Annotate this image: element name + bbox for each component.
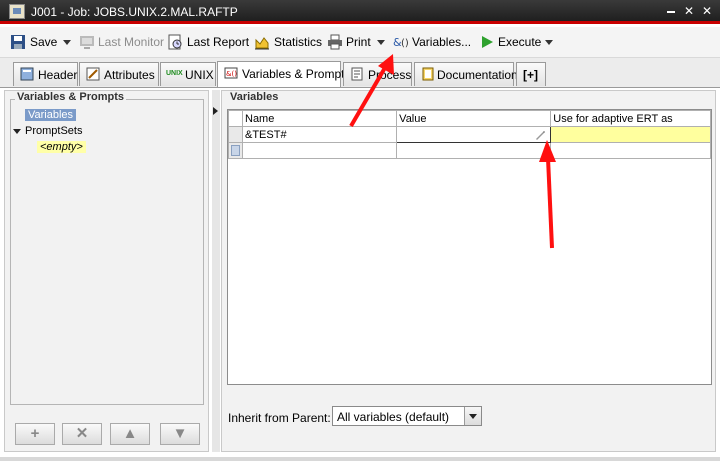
printer-icon	[328, 34, 342, 50]
print-dropdown-icon[interactable]	[377, 40, 385, 45]
execute-dropdown-icon[interactable]	[545, 40, 553, 45]
save-button[interactable]: Save	[10, 33, 62, 51]
add-tab-icon: [+]	[523, 68, 538, 82]
row-header-corner	[228, 110, 243, 127]
minimize-icon[interactable]	[665, 5, 677, 17]
table-row[interactable]: &TEST#	[228, 126, 711, 143]
statistics-icon	[255, 37, 269, 50]
pencil-icon[interactable]	[534, 129, 546, 141]
tree-item-variables[interactable]: Variables	[25, 109, 77, 121]
report-icon	[168, 34, 182, 50]
variables-table: Name Value Use for adaptive ERT as &TEST…	[227, 109, 712, 385]
toolbar: Save Last Monitor Last Report Statistics…	[0, 27, 720, 58]
print-label: Print	[346, 35, 371, 49]
inherit-label: Inherit from Parent:	[228, 411, 331, 425]
print-button[interactable]: Print	[327, 33, 373, 51]
title-bar: J001 - Job: JOBS.UNIX.2.MAL.RAFTP ✕ ✕	[0, 0, 720, 24]
maximize-icon[interactable]: ✕	[701, 5, 713, 17]
panel-splitter[interactable]	[212, 90, 220, 452]
execute-button[interactable]: Execute	[479, 33, 542, 51]
left-panel: Variables & Prompts Variables PromptSets…	[4, 90, 209, 452]
save-dropdown-icon[interactable]	[63, 40, 71, 45]
tab-strip: Header Attributes UNIX UNIX &() Variable…	[0, 58, 720, 88]
last-report-button[interactable]: Last Report	[167, 33, 250, 51]
last-report-label: Last Report	[187, 35, 250, 49]
tab-attributes[interactable]: Attributes	[79, 62, 159, 86]
move-up-button[interactable]: ▲	[110, 423, 150, 445]
plus-icon: +	[30, 425, 40, 442]
job-window-icon	[9, 4, 25, 19]
cell-ert[interactable]	[550, 126, 711, 143]
arrow-up-icon: ▲	[122, 425, 138, 442]
table-row[interactable]	[228, 142, 711, 159]
close-icon[interactable]: ✕	[683, 5, 695, 17]
left-group-title: Variables & Prompts	[15, 91, 126, 103]
column-header-ert[interactable]: Use for adaptive ERT as	[550, 110, 711, 127]
move-down-button[interactable]: ▼	[160, 423, 200, 445]
play-icon	[482, 36, 493, 48]
variables-prompts-icon: &()	[224, 67, 238, 79]
inherit-select-value: All variables (default)	[337, 410, 450, 424]
last-monitor-button[interactable]: Last Monitor	[79, 33, 164, 51]
cell-ert[interactable]	[550, 142, 711, 159]
bottom-edge	[0, 457, 720, 461]
unix-icon: UNIX	[166, 70, 183, 77]
monitor-icon	[80, 36, 94, 49]
cell-value[interactable]	[396, 142, 552, 159]
tab-header[interactable]: Header	[13, 62, 78, 86]
tree-item-empty[interactable]: <empty>	[37, 141, 86, 153]
tab-process[interactable]: Process	[343, 62, 412, 86]
process-icon	[351, 67, 363, 81]
arrow-down-icon: ▼	[172, 425, 188, 442]
cell-name[interactable]	[241, 142, 398, 159]
inherit-select[interactable]: All variables (default)	[332, 406, 482, 426]
statistics-button[interactable]: Statistics	[254, 33, 323, 51]
delete-icon: ✕	[75, 425, 89, 442]
tab-unix[interactable]: UNIX UNIX	[160, 62, 216, 86]
variables-icon: &()	[393, 36, 409, 49]
svg-text:&(): &()	[226, 70, 237, 78]
add-button[interactable]: +	[15, 423, 55, 445]
row-header-new[interactable]	[228, 142, 243, 159]
row-header[interactable]	[228, 126, 243, 143]
column-header-name[interactable]: Name	[241, 110, 398, 127]
cell-value-editor[interactable]	[396, 126, 552, 143]
svg-text:(): ()	[401, 38, 409, 49]
column-header-value[interactable]: Value	[396, 110, 552, 127]
collapse-arrow-icon[interactable]	[213, 107, 218, 115]
table-header-row: Name Value Use for adaptive ERT as	[228, 110, 711, 127]
header-icon	[20, 67, 34, 81]
window-title: J001 - Job: JOBS.UNIX.2.MAL.RAFTP	[31, 5, 238, 19]
delete-button[interactable]: ✕	[62, 423, 102, 445]
tab-variables-prompts[interactable]: &() Variables & Prompts	[217, 61, 351, 87]
variables-button[interactable]: &() Variables...	[393, 33, 472, 51]
right-panel: Variables Name Value Use for adaptive ER…	[221, 90, 716, 452]
dropdown-arrow-icon[interactable]	[464, 407, 481, 425]
tab-documentation[interactable]: Documentation	[414, 62, 518, 86]
attributes-icon	[86, 67, 100, 81]
cell-name[interactable]: &TEST#	[241, 126, 398, 143]
save-label: Save	[30, 35, 58, 49]
tree-item-promptsets[interactable]: PromptSets	[25, 125, 82, 137]
expand-arrow-icon[interactable]	[13, 129, 21, 134]
documentation-icon	[422, 67, 434, 81]
variables-label: Variables...	[412, 35, 472, 49]
tab-add[interactable]: [+]	[516, 62, 546, 86]
floppy-icon	[11, 35, 25, 49]
last-monitor-label: Last Monitor	[98, 35, 165, 49]
statistics-label: Statistics	[274, 35, 323, 49]
right-group-title: Variables	[228, 91, 281, 103]
execute-label: Execute	[498, 35, 542, 49]
